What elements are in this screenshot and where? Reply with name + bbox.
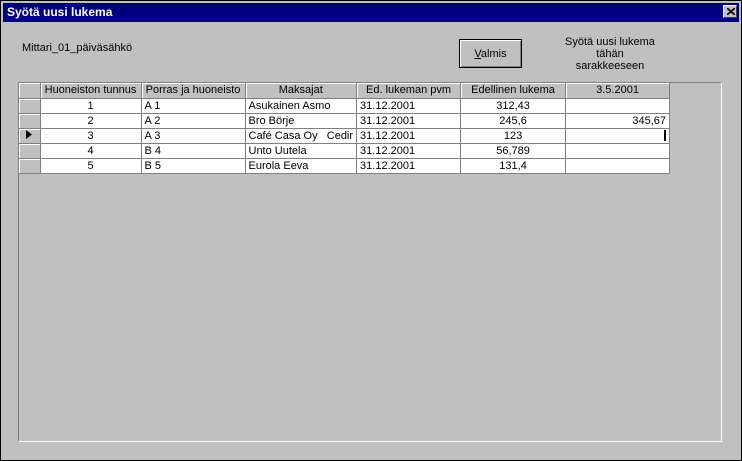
cell-prev-reading[interactable]: 56,789 [460, 143, 567, 159]
cell-payer[interactable]: Bro Börje [245, 113, 358, 129]
cell-id[interactable]: 5 [40, 158, 142, 174]
table-row[interactable]: 2A 2 Bro Börje 31.12.2001 245,6 345,67 [19, 113, 671, 129]
header-row: Huoneiston tunnus Porras ja huoneisto Ma… [19, 83, 671, 99]
cell-new-reading[interactable]: 345,67 [565, 113, 671, 129]
table-row[interactable]: 5B 5 Eurola Eeva 31.12.2001 131,4 [19, 158, 671, 174]
close-button[interactable] [723, 5, 737, 18]
table-row[interactable]: 3A 3 Café Casa Oy Cedir 31.12.2001 123 [19, 128, 671, 144]
cell-prev-date[interactable]: 31.12.2001 [356, 98, 462, 114]
cell-payer[interactable]: Asukainen Asmo [245, 98, 358, 114]
table-row[interactable]: 1A 1 Asukainen Asmo 31.12.2001 312,43 [19, 98, 671, 114]
cell-id[interactable]: 2 [40, 113, 142, 129]
cell-stair[interactable]: A 1 [141, 98, 246, 114]
cell-prev-date[interactable]: 31.12.2001 [356, 143, 462, 159]
row-selector[interactable] [19, 113, 41, 129]
window-title: Syötä uusi lukema [7, 5, 113, 19]
done-button-label: almis [480, 47, 507, 60]
row-selector[interactable] [19, 158, 41, 174]
cell-stair[interactable]: B 5 [141, 158, 246, 174]
cell-prev-reading[interactable]: 131,4 [460, 158, 567, 174]
cell-new-reading[interactable] [565, 128, 671, 144]
readings-grid[interactable]: Huoneiston tunnus Porras ja huoneisto Ma… [18, 82, 722, 442]
cell-stair[interactable]: B 4 [141, 143, 246, 159]
column-header-payers[interactable]: Maksajat [245, 83, 358, 99]
meter-label: Mittari_01_päiväsähkö [22, 42, 133, 54]
cell-prev-date[interactable]: 31.12.2001 [356, 158, 462, 174]
new-reading-value: 345,67 [632, 114, 667, 127]
cell-prev-reading[interactable]: 312,43 [460, 98, 567, 114]
column-header-stair[interactable]: Porras ja huoneisto [141, 83, 246, 99]
cell-id[interactable]: 1 [40, 98, 142, 114]
close-icon [727, 8, 735, 15]
cell-stair[interactable]: A 3 [141, 128, 246, 144]
column-header-prev-date[interactable]: Ed. lukeman pvm [356, 83, 462, 99]
cell-new-reading[interactable] [565, 98, 671, 114]
cell-prev-date[interactable]: 31.12.2001 [356, 113, 462, 129]
row-selector[interactable] [19, 143, 41, 159]
column-header-new-reading[interactable]: 3.5.2001 [565, 83, 671, 99]
cell-new-reading[interactable] [565, 158, 671, 174]
row-selector[interactable] [19, 128, 41, 144]
current-row-arrow-icon [26, 129, 33, 139]
corner-header[interactable] [19, 83, 41, 99]
input-hint: Syötä uusi lukema tähän sarakkeeseen [565, 36, 655, 72]
cell-payer[interactable]: Café Casa Oy Cedir [245, 128, 358, 144]
dialog-window: Syötä uusi lukema Mittari_01_päiväsähkö … [0, 0, 742, 461]
column-header-prev-reading[interactable]: Edellinen lukema [460, 83, 567, 99]
cell-payer[interactable]: Unto Uutela [245, 143, 358, 159]
cell-id[interactable]: 3 [40, 128, 142, 144]
row-selector[interactable] [19, 98, 41, 114]
readings-table: Huoneiston tunnus Porras ja huoneisto Ma… [19, 83, 671, 174]
cell-id[interactable]: 4 [40, 143, 142, 159]
cell-stair[interactable]: A 2 [141, 113, 246, 129]
column-header-id[interactable]: Huoneiston tunnus [40, 83, 142, 99]
cell-payer[interactable]: Eurola Eeva [245, 158, 358, 174]
table-row[interactable]: 4B 4 Unto Uutela 31.12.2001 56,789 [19, 143, 671, 159]
text-caret [664, 130, 667, 142]
title-bar[interactable]: Syötä uusi lukema [3, 3, 739, 22]
done-button[interactable]: Valmis [459, 39, 522, 68]
cell-new-reading[interactable] [565, 143, 671, 159]
cell-prev-reading[interactable]: 123 [460, 128, 567, 144]
cell-prev-date[interactable]: 31.12.2001 [356, 128, 462, 144]
cell-prev-reading[interactable]: 245,6 [460, 113, 567, 129]
